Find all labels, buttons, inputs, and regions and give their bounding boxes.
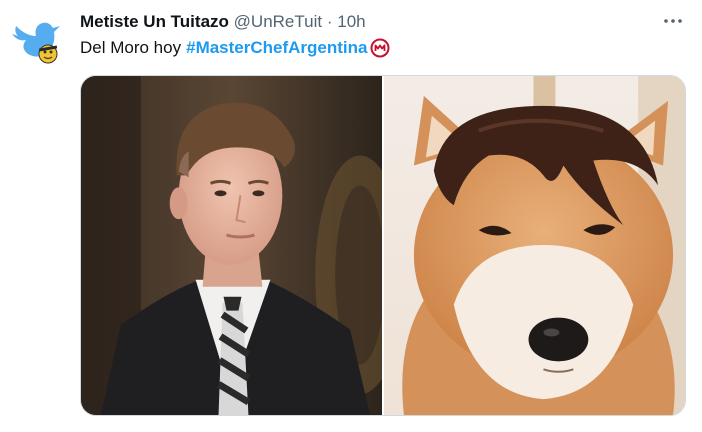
twitter-bird-avatar-icon[interactable] bbox=[8, 16, 64, 66]
timestamp[interactable]: 10h bbox=[337, 12, 365, 31]
display-name[interactable]: Metiste Un Tuitazo bbox=[80, 12, 229, 31]
handle[interactable]: @UnReTuit bbox=[234, 12, 322, 31]
tweet-body: Del Moro hoy bbox=[80, 38, 182, 57]
tweet-header: Metiste Un Tuitazo @UnReTuit · 10h bbox=[80, 11, 366, 33]
tweet-text: Del Moro hoy #MasterChefArgentina bbox=[80, 37, 390, 59]
tweet-media bbox=[80, 75, 686, 416]
masterchef-logo-icon bbox=[370, 38, 390, 58]
separator: · bbox=[326, 12, 333, 31]
photo-shiba-dog-with-hair[interactable] bbox=[384, 76, 685, 415]
hashtag-link[interactable]: #MasterChefArgentina bbox=[186, 37, 367, 59]
more-options-icon[interactable] bbox=[658, 6, 688, 36]
photo-man-in-suit[interactable] bbox=[81, 76, 382, 415]
